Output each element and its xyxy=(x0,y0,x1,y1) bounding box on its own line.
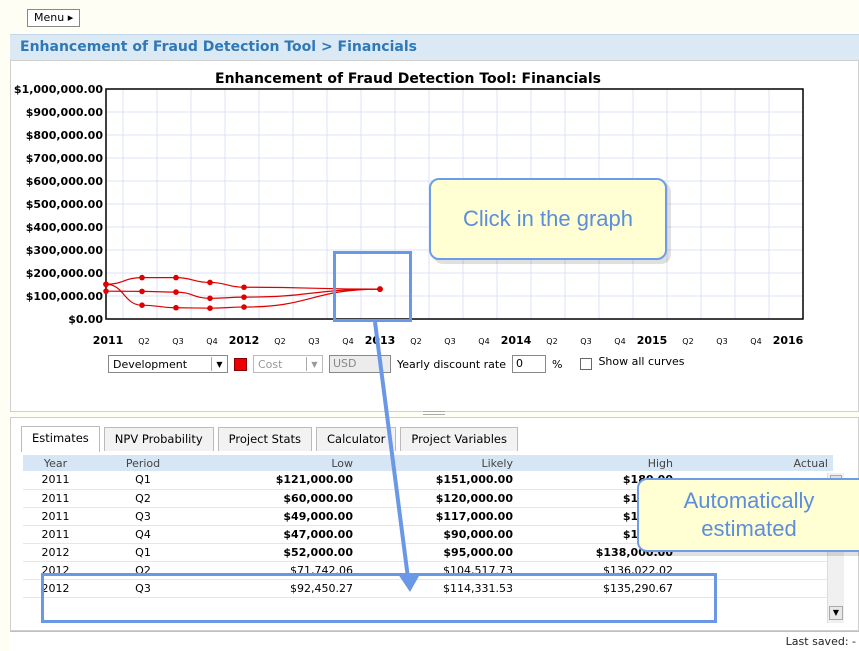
click-graph-callout: Click in the graph xyxy=(429,178,667,260)
arrow-line xyxy=(373,321,410,579)
auto-estimated-line2: estimated xyxy=(701,516,797,541)
auto-estimated-line1: Automatically xyxy=(683,488,815,513)
arrow-head xyxy=(398,574,419,592)
annotation-arrow xyxy=(373,321,419,592)
auto-estimated-callout: Automatically estimated xyxy=(637,478,859,552)
